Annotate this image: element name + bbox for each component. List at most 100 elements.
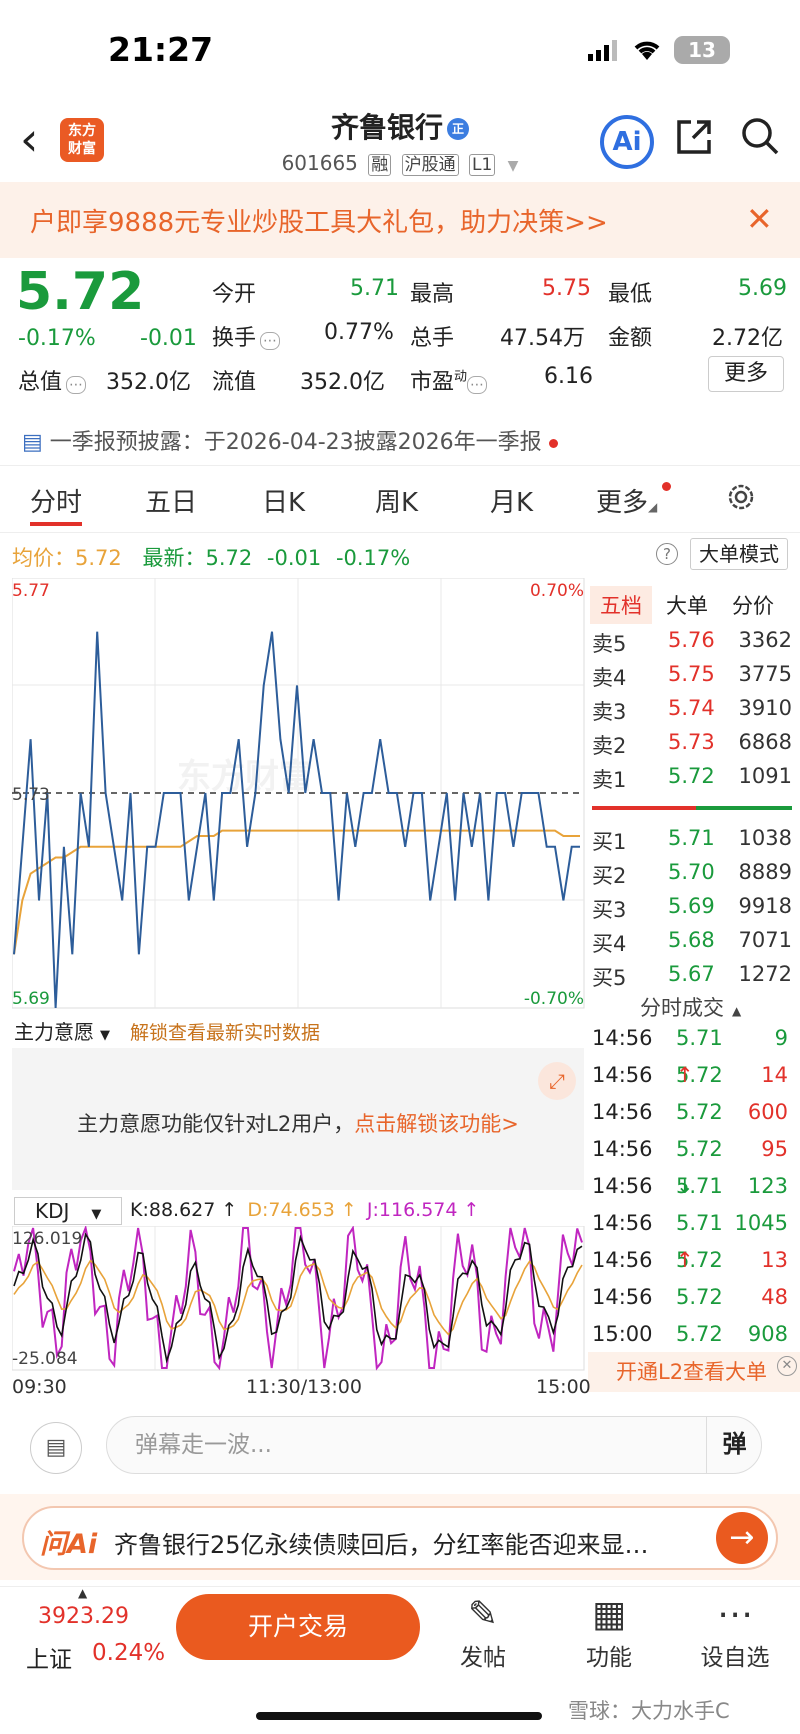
mktcap-value: 352.0亿	[106, 370, 191, 395]
tab-five-levels[interactable]: 五档	[590, 586, 652, 624]
index-value[interactable]: 3923.29	[38, 1604, 129, 1629]
kdj-y-bottom: -25.084	[12, 1349, 78, 1369]
change-pct: -0.17%	[18, 326, 96, 351]
status-icons: 13	[588, 36, 730, 64]
post-button[interactable]: ✎ 发帖	[438, 1592, 528, 1672]
expand-icon[interactable]: ⤢	[538, 1062, 576, 1100]
tick-row[interactable]: 14:56 5.72 ↑ 13	[592, 1248, 792, 1284]
tab-weekly-k[interactable]: 周K	[375, 482, 418, 519]
tab-big-orders[interactable]: 大单	[652, 586, 722, 624]
ask-price: 5.73	[668, 730, 715, 754]
bid-row[interactable]: 买5 5.67 1272	[592, 962, 792, 994]
status-time: 21:27	[108, 30, 214, 69]
main-force-select[interactable]: 主力意愿 ▼	[14, 1016, 110, 1045]
main-force-notice[interactable]: 主力意愿功能仅针对L2用户，点击解锁该功能>	[12, 1108, 584, 1138]
intraday-chart[interactable]: 东方财富 5.77 5.73 5.69 0.70% -0.70%	[12, 578, 586, 1010]
open-l2-button[interactable]: 开通L2查看大单	[588, 1352, 800, 1392]
search-icon[interactable]	[740, 116, 780, 166]
disclosure-notice[interactable]: ▤ 一季报预披露：于2026-04-23披露2026年一季报	[22, 424, 558, 456]
close-icon[interactable]: ✕	[777, 1356, 797, 1376]
close-icon[interactable]: ✕	[746, 200, 773, 238]
tab-five-day[interactable]: 五日	[145, 482, 197, 519]
tab-daily-k[interactable]: 日K	[262, 482, 305, 519]
tick-row[interactable]: 14:56 5.71 1045	[592, 1211, 792, 1247]
more-button[interactable]: 更多	[708, 356, 784, 392]
bid-row[interactable]: 买3 5.69 9918	[592, 894, 792, 926]
ask-row[interactable]: 卖2 5.73 6868	[592, 730, 792, 762]
ticks-header[interactable]: 分时成交 ▲	[640, 992, 741, 1022]
functions-button[interactable]: ▦ 功能	[564, 1592, 654, 1672]
ai-button[interactable]: Ai	[600, 115, 654, 169]
connect-tag: 沪股通	[401, 154, 459, 176]
tick-time: 14:56	[592, 1100, 653, 1124]
bid-volume: 8889	[738, 860, 792, 884]
arrow-right-icon[interactable]: →	[716, 1512, 768, 1564]
share-icon[interactable]	[675, 118, 713, 166]
tick-row[interactable]: 14:56 5.72 48	[592, 1285, 792, 1321]
unlock-link[interactable]: 解锁查看最新实时数据	[130, 1018, 320, 1045]
ask-volume: 3362	[738, 628, 792, 652]
ask-row[interactable]: 卖5 5.76 3362	[592, 628, 792, 660]
index-pct[interactable]: 0.24%	[92, 1640, 165, 1666]
kdj-j: J:116.574 ↑	[366, 1199, 480, 1221]
tab-active-indicator	[30, 522, 82, 526]
info-icon[interactable]: ⋯	[260, 332, 281, 350]
barrage-settings-icon[interactable]: ▤	[30, 1422, 82, 1474]
tab-monthly-k[interactable]: 月K	[490, 482, 533, 519]
indicator-select[interactable]: KDJ ▼	[14, 1197, 122, 1225]
tab-intraday[interactable]: 分时	[30, 482, 82, 519]
tick-row[interactable]: 14:56 5.71 ↓ 123	[592, 1174, 792, 1210]
index-name[interactable]: 上证	[26, 1640, 72, 1674]
ask-price: 5.72	[668, 764, 715, 788]
unread-dot	[548, 438, 558, 448]
open-account-trade-button[interactable]: 开户交易	[176, 1594, 420, 1660]
disclosure-text: 一季报预披露：于2026-04-23披露2026年一季报	[49, 430, 542, 455]
unread-dot	[662, 482, 671, 491]
info-icon[interactable]: ⋯	[66, 376, 87, 394]
bid-row[interactable]: 买1 5.71 1038	[592, 826, 792, 858]
ask-label: 卖3	[592, 700, 627, 724]
bid-label: 买3	[592, 898, 627, 922]
ask-row[interactable]: 卖3 5.74 3910	[592, 696, 792, 728]
ask-price: 5.75	[668, 662, 715, 686]
settings-icon[interactable]	[726, 482, 756, 516]
caret-up-icon[interactable]: ▲	[78, 1586, 87, 1600]
ask-label: 卖1	[592, 768, 627, 792]
tick-time: 14:56	[592, 1174, 653, 1198]
tick-volume: 1045	[734, 1211, 788, 1235]
tab-more[interactable]: 更多◢	[596, 482, 671, 519]
kdj-chart[interactable]: 126.019 -25.084	[12, 1226, 586, 1372]
ask-label: 卖2	[592, 734, 627, 758]
help-icon[interactable]: ?	[656, 543, 678, 565]
tick-volume: 95	[761, 1137, 788, 1161]
big-order-mode-button[interactable]: 大单模式	[690, 538, 788, 570]
tick-volume: 908	[747, 1322, 788, 1346]
tick-time: 15:00	[592, 1322, 653, 1346]
bid-row[interactable]: 买2 5.70 8889	[592, 860, 792, 892]
tick-row[interactable]: 14:56 5.72 ↑ 14	[592, 1063, 792, 1099]
bid-price: 5.67	[668, 962, 715, 986]
tick-row[interactable]: 14:56 5.71 9	[592, 1026, 792, 1062]
barrage-send-button[interactable]: 弹	[706, 1416, 762, 1474]
signal-icon	[588, 40, 617, 61]
change-amount: -0.01	[140, 326, 197, 351]
ask-ai-question[interactable]: 齐鲁银行25亿永续债赎回后，分红率能否迎来显…	[114, 1525, 649, 1560]
caret-down-icon[interactable]: ▼	[508, 158, 519, 174]
barrage-input[interactable]: 弹幕走一波...	[106, 1416, 762, 1474]
ask-row[interactable]: 卖1 5.72 1091	[592, 764, 792, 796]
info-icon[interactable]: ⋯	[467, 376, 488, 394]
bid-row[interactable]: 买4 5.68 7071	[592, 928, 792, 960]
add-watchlist-button[interactable]: ⋯ 设自选	[690, 1592, 780, 1672]
ask-volume: 6868	[738, 730, 792, 754]
tick-row[interactable]: 14:56 5.72 95	[592, 1137, 792, 1173]
unlock-feature-link: 点击解锁该功能>	[354, 1112, 519, 1136]
edit-icon: ✎	[467, 1594, 499, 1635]
tab-price-dist[interactable]: 分价	[722, 586, 784, 624]
zheng-badge-icon: 正	[447, 118, 469, 140]
home-indicator[interactable]	[256, 1712, 542, 1720]
ask-row[interactable]: 卖4 5.75 3775	[592, 662, 792, 694]
wifi-icon	[634, 41, 660, 60]
promo-text[interactable]: 户即享9888元专业炒股工具大礼包，助力决策>>	[30, 202, 608, 239]
ask-ai-logo: 问Ai	[40, 1529, 98, 1560]
tick-row[interactable]: 14:56 5.72 600	[592, 1100, 792, 1136]
